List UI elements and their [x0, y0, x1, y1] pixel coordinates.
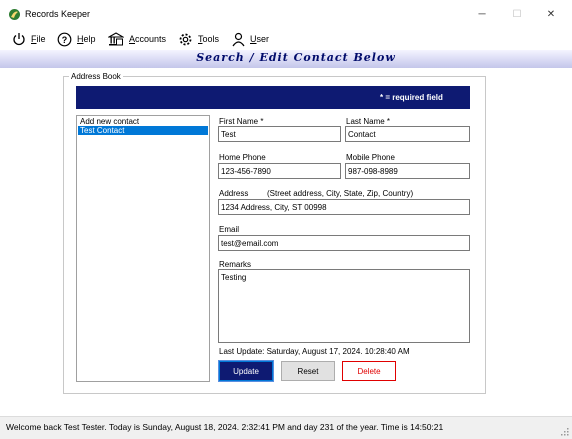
- user-icon: [232, 32, 245, 46]
- first-name-field[interactable]: Test: [218, 126, 341, 142]
- menu-tools[interactable]: Tools: [178, 30, 219, 48]
- remarks-label: Remarks: [219, 260, 252, 269]
- app-logo-icon: [9, 9, 20, 20]
- menu-file-label: File: [31, 34, 46, 44]
- home-phone-field[interactable]: 123-456-7890: [218, 163, 341, 179]
- help-icon: ?: [57, 32, 72, 46]
- address-field[interactable]: 1234 Address, City, ST 00998: [218, 199, 470, 215]
- address-book-group-label: Address Book: [69, 72, 123, 81]
- remarks-field[interactable]: Testing: [218, 269, 470, 343]
- menu-help-label: Help: [77, 34, 96, 44]
- menu-user-label: User: [250, 34, 270, 44]
- menu-file[interactable]: File: [12, 30, 46, 48]
- contact-list[interactable]: Add new contact Test Contact: [76, 115, 210, 382]
- menu-accounts-label: Accounts: [129, 34, 167, 44]
- gear-icon: [179, 33, 192, 45]
- banner-title: Search / Edit Contact Below: [196, 51, 396, 64]
- list-item-test-contact[interactable]: Test Contact: [78, 126, 208, 135]
- bank-icon: [108, 31, 124, 45]
- resize-grip-icon[interactable]: [560, 427, 569, 436]
- mobile-phone-field[interactable]: 987-098-8989: [345, 163, 470, 179]
- maximize-button[interactable]: ☐: [507, 6, 527, 22]
- svg-text:?: ?: [62, 35, 68, 45]
- last-name-field[interactable]: Contact: [345, 126, 470, 142]
- first-name-label: First Name *: [219, 117, 264, 126]
- minimize-button[interactable]: ─: [472, 6, 492, 22]
- address-hint: (Street address, City, State, Zip, Count…: [267, 189, 414, 198]
- reset-button[interactable]: Reset: [281, 361, 335, 381]
- menu-accounts[interactable]: Accounts: [108, 30, 166, 48]
- mobile-phone-label: Mobile Phone: [346, 153, 395, 162]
- list-item-add-new-contact[interactable]: Add new contact: [78, 117, 208, 126]
- close-button[interactable]: ✕: [541, 6, 561, 22]
- last-update-text: Last Update: Saturday, August 17, 2024. …: [219, 347, 410, 356]
- email-label: Email: [219, 225, 240, 234]
- status-text: Welcome back Test Tester. Today is Sunda…: [6, 422, 444, 432]
- window-title: Records Keeper: [25, 9, 91, 19]
- menu-tools-label: Tools: [198, 34, 220, 44]
- address-label: Address: [219, 189, 249, 198]
- home-phone-label: Home Phone: [219, 153, 266, 162]
- required-field-note: * = required field: [380, 93, 443, 102]
- menu-user[interactable]: User: [232, 30, 269, 48]
- delete-button[interactable]: Delete: [342, 361, 396, 381]
- menu-help[interactable]: ? Help: [57, 30, 96, 48]
- power-icon: [13, 33, 25, 46]
- last-name-label: Last Name *: [346, 117, 391, 126]
- email-field[interactable]: test@email.com: [218, 235, 470, 251]
- update-button[interactable]: Update: [218, 360, 274, 382]
